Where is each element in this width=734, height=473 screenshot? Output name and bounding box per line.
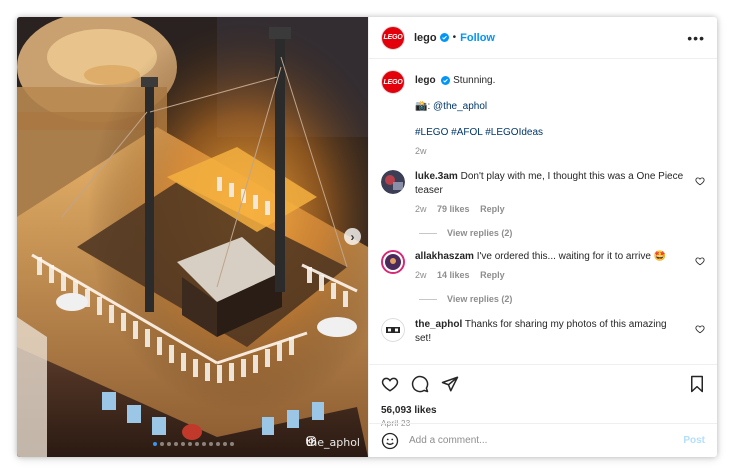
comment-meta: 2w 79 likes Reply [415, 202, 685, 216]
comment-username[interactable]: allakhaszam [415, 251, 474, 262]
comment-time: 2w [415, 204, 427, 214]
more-options-icon[interactable]: ••• [687, 30, 705, 46]
view-replies-button[interactable]: View replies (2) [431, 228, 705, 238]
post-caption: LEGO lego Stunning. 📸: @the_aphol #LEGO … [381, 70, 705, 158]
like-comment-heart-icon[interactable] [695, 324, 705, 334]
carousel-dot [216, 442, 220, 446]
comment-item: the_aphol Thanks for sharing my photos o… [381, 318, 705, 346]
photo-watermark: the_aphol [306, 436, 360, 449]
add-comment-bar: Post [369, 423, 717, 457]
user-avatar[interactable] [381, 250, 405, 274]
carousel-dot [160, 442, 164, 446]
reply-button[interactable]: Reply [480, 204, 505, 214]
view-replies-button[interactable]: View replies (2) [431, 294, 705, 304]
comment-item: allakhaszam I've ordered this... waiting… [381, 250, 705, 282]
header-username[interactable]: lego [414, 32, 437, 44]
carousel-dot [230, 442, 234, 446]
comment-input[interactable] [409, 435, 684, 446]
header-separator: • [452, 32, 457, 43]
comment-likes[interactable]: 79 likes [437, 204, 470, 214]
carousel-dot [167, 442, 171, 446]
carousel-dot [153, 442, 157, 446]
comment-item: luke.3am Don't play with me, I thought t… [381, 170, 705, 216]
lego-titanic-image [17, 17, 368, 457]
carousel-dot [209, 442, 213, 446]
comment-time: 2w [415, 270, 427, 280]
like-heart-icon[interactable] [381, 375, 399, 393]
post-panel: LEGO lego • Follow ••• LEGO lego Stunnin… [368, 17, 717, 457]
verified-badge-icon [439, 33, 449, 42]
comment-username[interactable]: the_aphol [415, 319, 462, 330]
post-card: › the_aphol LEGO lego • Follow ••• LEGO … [17, 17, 717, 457]
likes-count[interactable]: 56,093 likes [381, 405, 705, 416]
user-avatar[interactable] [381, 318, 405, 342]
action-icons [381, 373, 705, 395]
comment-likes[interactable]: 14 likes [437, 270, 470, 280]
follow-button[interactable]: Follow [460, 32, 495, 44]
carousel-dot [174, 442, 178, 446]
carousel-dot [195, 442, 199, 446]
caption-hashtags[interactable]: #LEGO #AFOL #LEGOIdeas [415, 127, 543, 138]
post-header: LEGO lego • Follow ••• [369, 17, 717, 59]
caption-time: 2w [415, 146, 427, 156]
like-comment-heart-icon[interactable] [695, 256, 705, 266]
reply-button[interactable]: Reply [480, 270, 505, 280]
save-bookmark-icon[interactable] [689, 375, 705, 393]
carousel-dot [202, 442, 206, 446]
like-comment-heart-icon[interactable] [695, 176, 705, 186]
carousel-dot [223, 442, 227, 446]
comments-list[interactable]: LEGO lego Stunning. 📸: @the_aphol #LEGO … [369, 60, 717, 348]
caption-username[interactable]: lego [415, 75, 436, 86]
photo-credit-mention[interactable]: @the_aphol [433, 101, 487, 112]
camera-emoji: 📸: [415, 101, 431, 112]
post-photo[interactable]: › the_aphol [17, 17, 368, 457]
comment-body: luke.3am Don't play with me, I thought t… [415, 170, 685, 216]
caption-text: Stunning. [453, 75, 496, 86]
comment-text: I've ordered this... waiting for it to a… [476, 251, 667, 262]
comment-body: the_aphol Thanks for sharing my photos o… [415, 318, 685, 346]
carousel-dot [181, 442, 185, 446]
user-avatar[interactable] [381, 170, 405, 194]
lego-avatar[interactable]: LEGO [381, 25, 405, 50]
carousel-dot [188, 442, 192, 446]
carousel-indicator [153, 442, 234, 446]
next-photo-button[interactable]: › [344, 228, 361, 245]
share-paper-plane-icon[interactable] [441, 375, 459, 393]
caption-body: lego Stunning. 📸: @the_aphol #LEGO #AFOL… [415, 74, 685, 158]
comment-username[interactable]: luke.3am [415, 171, 458, 182]
verified-badge-icon [441, 75, 451, 85]
comment-meta: 2w 14 likes Reply [415, 268, 685, 282]
lego-avatar[interactable]: LEGO [381, 70, 405, 94]
comment-bubble-icon[interactable] [411, 375, 429, 393]
post-actions: 56,093 likes April 23 [369, 364, 717, 428]
post-comment-button[interactable]: Post [683, 435, 705, 446]
emoji-smiley-icon[interactable] [381, 432, 399, 450]
instagram-icon [306, 436, 316, 446]
comment-body: allakhaszam I've ordered this... waiting… [415, 250, 685, 282]
